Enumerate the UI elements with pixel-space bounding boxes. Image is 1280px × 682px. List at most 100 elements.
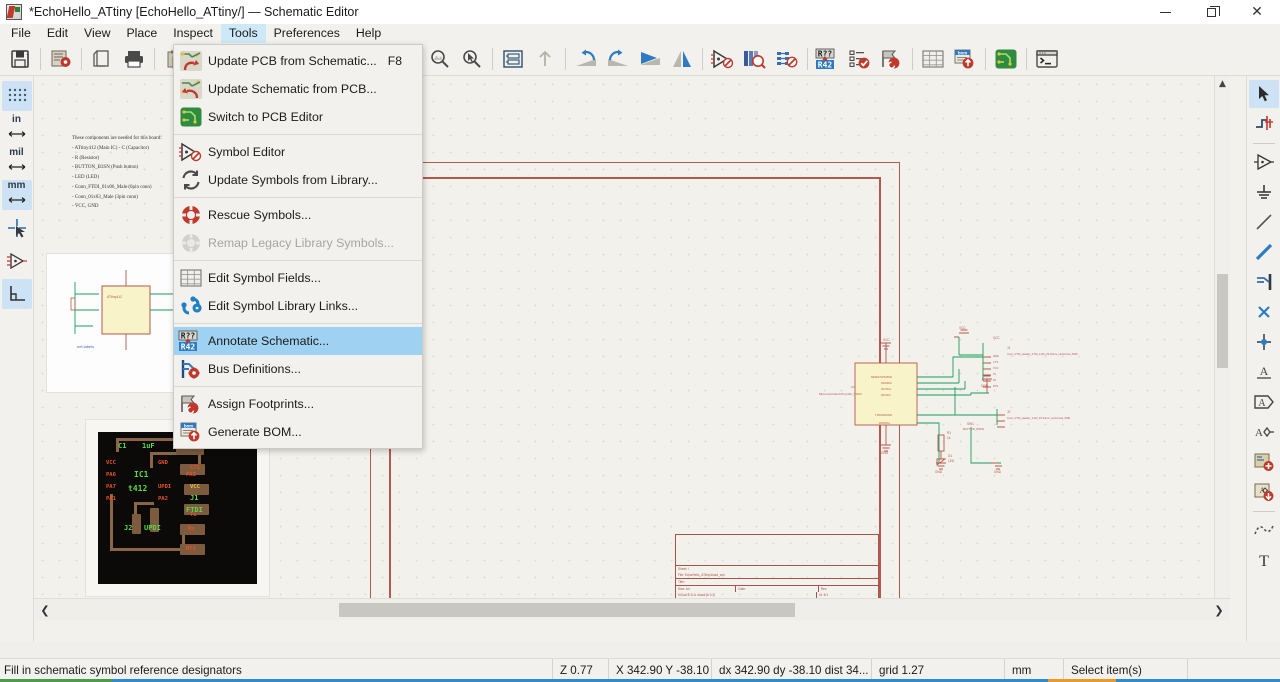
menu-item-file[interactable]: File xyxy=(3,24,39,43)
menu-entry-label: Update Symbols from Library... xyxy=(208,173,378,187)
zoom-fit-objects-icon[interactable] xyxy=(424,45,456,73)
svg-text:Rx: Rx xyxy=(993,378,997,382)
place-symbol-icon[interactable] xyxy=(1249,148,1279,176)
erc-icon[interactable] xyxy=(844,45,876,73)
menu-item-tools[interactable]: Tools xyxy=(220,24,266,43)
save-icon[interactable] xyxy=(4,45,36,73)
close-button[interactable]: ✕ xyxy=(1234,0,1280,24)
undo-icon[interactable] xyxy=(570,45,602,73)
maximize-button[interactable] xyxy=(1188,0,1234,24)
free-angle-wires-icon[interactable] xyxy=(1,279,32,309)
hidden-pins-icon[interactable] xyxy=(2,246,32,276)
menu-separator xyxy=(174,323,422,324)
no-connect-flag-icon[interactable] xyxy=(1249,298,1279,326)
menu-entry-update-pcb-from-schematic[interactable]: Update PCB from Schematic... F8 xyxy=(174,47,422,75)
vertical-scroll-thumb[interactable] xyxy=(1217,274,1228,368)
toolbar-separator xyxy=(154,48,155,70)
import-sheet-pin-icon[interactable]: A xyxy=(1249,478,1279,506)
menu-item-edit[interactable]: Edit xyxy=(39,24,76,43)
units-mils-icon[interactable]: mil xyxy=(2,147,32,177)
menu-entry-update-schematic-from-pcb[interactable]: Update Schematic from PCB... xyxy=(174,75,422,103)
assign-footprints-icon[interactable] xyxy=(876,45,908,73)
scroll-right-icon[interactable]: ❯ xyxy=(1208,599,1230,620)
menu-entry-switch-to-pcb-editor[interactable]: Switch to PCB Editor xyxy=(174,103,422,131)
horizontal-scroll-thumb[interactable] xyxy=(339,603,795,617)
menu-item-preferences[interactable]: Preferences xyxy=(266,24,348,43)
junction-icon[interactable] xyxy=(1249,328,1279,356)
page-settings-icon[interactable] xyxy=(45,45,77,73)
switch-to-pcb-editor-icon[interactable] xyxy=(990,45,1022,73)
svg-text:VCC: VCC xyxy=(993,336,1000,340)
menu-entry-generate-bom[interactable]: bom Generate BOM... xyxy=(174,418,422,446)
window-title: *EchoHello_ATtiny [EchoHello_ATtiny/] — … xyxy=(29,5,359,19)
svg-text:RESET/UPDI/PA0: RESET/UPDI/PA0 xyxy=(871,375,893,379)
net-label-icon[interactable]: A xyxy=(1249,358,1279,386)
units-inches-icon[interactable]: in xyxy=(2,114,32,144)
highlight-net-icon[interactable] xyxy=(1249,110,1279,138)
menu-entry-update-symbols-from-library[interactable]: Update Symbols from Library... xyxy=(174,166,422,194)
scripting-console-icon[interactable] xyxy=(1031,45,1063,73)
symbol-library-browser-icon[interactable] xyxy=(739,45,771,73)
cursor-fullscreen-icon[interactable] xyxy=(2,213,32,243)
global-label-icon[interactable]: A xyxy=(1249,388,1279,416)
units-millimeters-icon[interactable]: mm xyxy=(1,180,32,210)
menu-item-help[interactable]: Help xyxy=(348,24,389,43)
bus-definitions-icon xyxy=(174,355,208,383)
minimize-button[interactable] xyxy=(1142,0,1188,24)
svg-text:BUTTON_B3SN: BUTTON_B3SN xyxy=(963,427,984,431)
vertical-scrollbar[interactable]: ▲ ▼ xyxy=(1214,76,1230,620)
add-hierarchical-sheet-icon[interactable] xyxy=(1249,448,1279,476)
menu-entry-label: Assign Footprints... xyxy=(208,397,315,411)
units-inches-label: in xyxy=(12,114,21,125)
draw-bus-icon[interactable] xyxy=(1249,238,1279,266)
leave-sheet-icon[interactable] xyxy=(529,45,561,73)
place-power-port-icon[interactable] xyxy=(1249,178,1279,206)
generate-bom-icon[interactable]: bom xyxy=(949,45,981,73)
annotate-schematic-icon: R?? R42 xyxy=(174,327,208,355)
print-preview-icon[interactable] xyxy=(86,45,118,73)
menu-entry-annotate-schematic[interactable]: R?? R42 Annotate Schematic... xyxy=(174,327,422,355)
symbol-editor-icon[interactable] xyxy=(707,45,739,73)
edit-symbol-library-links-icon xyxy=(174,292,208,320)
hierarchical-label-icon[interactable]: A xyxy=(1249,418,1279,446)
svg-text:VCC: VCC xyxy=(959,326,966,330)
hierarchy-navigator-icon[interactable] xyxy=(497,45,529,73)
edit-symbol-fields-icon xyxy=(174,264,208,292)
draw-wire-icon[interactable] xyxy=(1249,208,1279,236)
menu-entry-edit-symbol-fields[interactable]: Edit Symbol Fields... xyxy=(174,264,422,292)
annotate-schematic-icon[interactable]: R?? R42 xyxy=(812,45,844,73)
menu-item-place[interactable]: Place xyxy=(118,24,165,43)
menu-entry-edit-symbol-library-links[interactable]: Edit Symbol Library Links... xyxy=(174,292,422,320)
right-toolbar: A A A A T xyxy=(1246,76,1280,642)
select-arrow-icon[interactable] xyxy=(1248,80,1279,108)
place-text-icon[interactable]: T xyxy=(1249,546,1279,574)
zoom-to-selection-icon[interactable] xyxy=(456,45,488,73)
menu-item-view[interactable]: View xyxy=(76,24,118,43)
draw-graphic-polygon-icon[interactable] xyxy=(1249,516,1279,544)
rotate-icon[interactable] xyxy=(634,45,666,73)
scroll-left-icon[interactable]: ❮ xyxy=(34,599,56,620)
menu-entry-rescue-symbols[interactable]: Rescue Symbols... xyxy=(174,201,422,229)
toolbar-separator xyxy=(985,48,986,70)
menu-entry-bus-definitions[interactable]: Bus Definitions... xyxy=(174,355,422,383)
scroll-up-icon[interactable]: ▲ xyxy=(1215,76,1230,92)
toggle-grid-icon[interactable] xyxy=(1,81,32,111)
svg-text:R42: R42 xyxy=(181,343,196,352)
menu-entry-assign-footprints[interactable]: Assign Footprints... xyxy=(174,390,422,418)
svg-text:CTS: CTS xyxy=(993,360,998,364)
redo-icon[interactable] xyxy=(602,45,634,73)
menu-entry-symbol-editor[interactable]: Symbol Editor xyxy=(174,138,422,166)
symbol-fields-table-icon[interactable] xyxy=(917,45,949,73)
horizontal-scrollbar[interactable]: ❮ ❯ xyxy=(34,598,1230,620)
menu-separator xyxy=(174,260,422,261)
footprint-editor-icon[interactable] xyxy=(771,45,803,73)
refresh-symbols-icon xyxy=(174,166,208,194)
menu-item-inspect[interactable]: Inspect xyxy=(165,24,221,43)
mirror-icon[interactable] xyxy=(666,45,698,73)
wire-to-bus-entry-icon[interactable] xyxy=(1249,268,1279,296)
tools-dropdown-menu[interactable]: Update PCB from Schematic... F8 Update Sch… xyxy=(173,44,423,449)
schematic-editor-window: *EchoHello_ATtiny [EchoHello_ATtiny/] — … xyxy=(0,0,1280,682)
title-block-sheet: Sheet: / xyxy=(676,565,878,572)
print-icon[interactable] xyxy=(118,45,150,73)
schematic-sheet-frame: VCC VCC VCC GND GND GND GND R1 1k D1 LED… xyxy=(370,162,1078,617)
